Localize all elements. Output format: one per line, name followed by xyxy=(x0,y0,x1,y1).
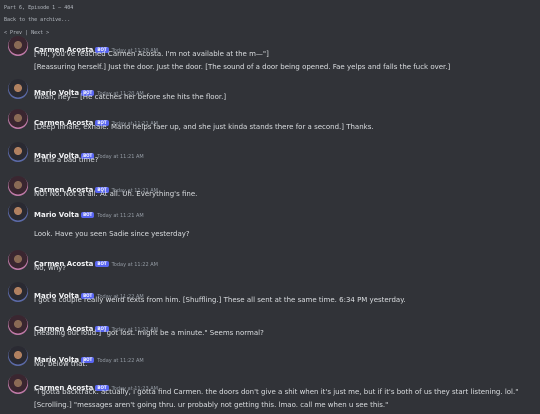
message-text: NO! No. Not at all. At all. Uh. Everythi… xyxy=(34,190,198,198)
page-title: Part 6, Episode 1 — 404 xyxy=(4,5,74,11)
timestamp: Today at 11:22 AM xyxy=(111,262,158,268)
message-text: No, why? xyxy=(34,264,66,272)
avatar[interactable] xyxy=(8,282,28,302)
avatar[interactable] xyxy=(8,176,28,196)
avatar[interactable] xyxy=(8,109,28,129)
message: Carmen Acosta BOT Today at 11:20 AM [*Hi, y… xyxy=(0,36,540,76)
timestamp: Today at 11:22 AM xyxy=(97,358,144,364)
message-text: I got a couple really weird texts from h… xyxy=(34,296,406,304)
avatar[interactable] xyxy=(8,142,28,162)
message-text: [Deep inhale, exhale. Mario helps faer u… xyxy=(34,123,374,131)
message-text: [Reassuring herself.] Just the door. Jus… xyxy=(34,63,451,71)
avatar[interactable] xyxy=(8,36,28,56)
message-text: [Scrolling.] "messages aren't going thru… xyxy=(34,401,389,409)
message-text: No, below that. xyxy=(34,360,88,368)
message: Mario Volta BOT Today at 11:21 AM Look. Hav… xyxy=(0,202,540,244)
avatar[interactable] xyxy=(8,374,28,394)
avatar[interactable] xyxy=(8,315,28,335)
message-header: Mario Volta BOT Today at 11:21 AM xyxy=(34,202,144,221)
message-text: [Reading out loud.] "got lost. might be … xyxy=(34,329,264,337)
timestamp: Today at 11:21 AM xyxy=(97,213,144,219)
avatar[interactable] xyxy=(8,346,28,366)
back-to-archive-link[interactable]: Back to the archive... xyxy=(4,17,70,23)
message-text: [*Hi, you've reached Carmen Acosta. I'm … xyxy=(34,50,269,58)
author-name[interactable]: Mario Volta xyxy=(34,211,79,219)
message: Carmen Acosta BOT Today at 11:23 AM "i gott… xyxy=(0,374,540,414)
message-text: Woah, hey— [He catches her before she hi… xyxy=(34,93,227,101)
message-text: Is this a bad time? xyxy=(34,156,99,164)
bot-badge: BOT xyxy=(95,261,109,267)
message-text: Look. Have you seen Sadie since yesterda… xyxy=(34,230,190,238)
avatar[interactable] xyxy=(8,202,28,222)
avatar[interactable] xyxy=(8,250,28,270)
avatar[interactable] xyxy=(8,79,28,99)
timestamp: Today at 11:21 AM xyxy=(97,154,144,160)
bot-badge: BOT xyxy=(81,212,95,218)
message-text: "i gotta backtrack. actually, i gotta fi… xyxy=(34,388,519,396)
